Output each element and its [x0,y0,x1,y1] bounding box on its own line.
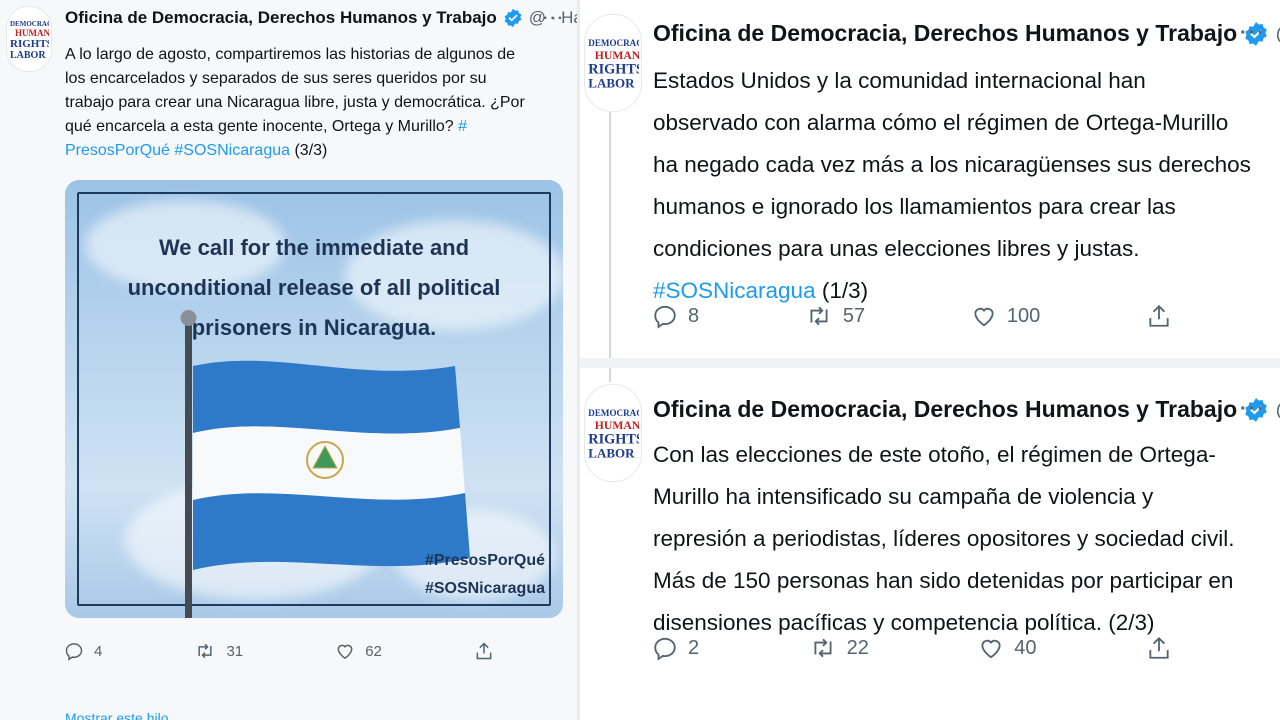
tweet-actions: 2 22 40 [652,634,1172,662]
account-name[interactable]: Oficina de Democracia, Derechos Humanos … [653,396,1237,423]
more-icon[interactable]: ··· [543,10,565,28]
like-button[interactable]: 100 [971,303,1040,329]
svg-text:HUMAN: HUMAN [595,49,639,62]
verified-icon [504,8,522,28]
svg-text:HUMAN: HUMAN [15,28,49,38]
reply-button[interactable]: 2 [652,635,699,661]
retweet-count: 57 [842,304,866,327]
tweet-header: Oficina de Democracia, Derechos Humanos … [65,8,577,28]
hashtag-link[interactable]: #SOSNicaragua [174,142,290,159]
retweet-icon [810,306,828,326]
image-hashtag: #PresosPorQué [424,552,545,569]
retweet-icon [198,643,213,659]
tweet-header: Oficina de Democracia, Derechos Humanos … [653,396,1280,423]
like-icon [974,307,994,327]
handle-and-time[interactable]: @ · Hace 1. [1275,396,1280,423]
thread-counter: (3/3) [290,142,328,159]
thread-line [609,368,611,382]
thread-counter: (1/3) [815,278,869,303]
like-count: 100 [1006,304,1041,327]
reply-button[interactable]: 8 [652,303,699,329]
dhrl-logo: DEMOCRACY HUMAN RIGHTS LABOR [588,38,639,91]
panel-divider [580,358,1280,368]
share-button[interactable] [1146,634,1172,662]
avatar[interactable]: DEMOCRACY HUMAN RIGHTS LABOR [584,14,642,112]
retweet-count: 31 [226,642,244,660]
handle-and-time[interactable]: @ · Hace 1. [1275,20,1280,47]
reply-count: 2 [688,636,700,659]
svg-text:LABOR: LABOR [10,50,46,61]
nicaragua-flag [180,310,470,618]
share-button[interactable] [1146,302,1172,330]
share-icon [1149,304,1169,327]
reply-count: 8 [688,304,700,327]
tweet-left[interactable]: DEMOCRACY HUMAN RIGHTS LABOR Oficina de … [0,0,577,720]
like-icon [981,639,1001,659]
tweet-actions: 4 31 62 [64,640,494,662]
tweet-right-top[interactable]: DEMOCRACY HUMAN RIGHTS LABOR Oficina de … [580,0,1280,358]
svg-text:HUMAN: HUMAN [595,419,639,432]
tweet-body: Estados Unidos y la comunidad internacio… [653,68,1251,261]
reply-icon [654,305,676,329]
avatar[interactable]: DEMOCRACY HUMAN RIGHTS LABOR [584,384,642,482]
reply-button[interactable]: 4 [64,641,102,661]
dhrl-logo: DEMOCRACY HUMAN RIGHTS LABOR [588,408,639,461]
thread-line [609,112,611,358]
svg-text:DEMOCRACY: DEMOCRACY [10,20,49,28]
svg-text:DEMOCRACY: DEMOCRACY [588,408,639,418]
like-button[interactable]: 40 [978,635,1037,661]
retweet-button[interactable]: 57 [805,303,865,329]
like-count: 40 [1014,636,1037,659]
tweet-text: Con las elecciones de este otoño, el rég… [653,434,1253,644]
account-name[interactable]: Oficina de Democracia, Derechos Humanos … [653,20,1237,47]
share-icon [476,642,492,660]
svg-text:LABOR: LABOR [588,76,635,91]
retweet-count: 22 [846,636,869,659]
more-icon[interactable]: ··· [1240,398,1266,421]
tweet-text: A lo largo de agosto, compartiremos las … [65,43,535,163]
reply-icon [654,637,676,661]
hashtag-link[interactable]: #SOSNicaragua [653,278,816,303]
avatar[interactable]: DEMOCRACY HUMAN RIGHTS LABOR [6,6,52,72]
svg-text:LABOR: LABOR [588,446,635,461]
tweet-body: A lo largo de agosto, compartiremos las … [65,46,525,135]
reply-icon [65,643,83,661]
retweet-icon [814,638,832,658]
svg-text:RIGHTS: RIGHTS [10,38,49,50]
reply-count: 4 [94,642,103,660]
share-button[interactable] [474,640,494,662]
tweet-header: Oficina de Democracia, Derechos Humanos … [653,20,1280,47]
retweet-button[interactable]: 22 [809,635,869,661]
svg-text:DEMOCRACY: DEMOCRACY [588,38,639,48]
like-icon [337,644,353,659]
account-name[interactable]: Oficina de Democracia, Derechos Humanos … [65,8,497,28]
tweet-text: Estados Unidos y la comunidad internacio… [653,60,1253,312]
like-count: 62 [365,642,382,660]
like-button[interactable]: 62 [335,641,382,661]
tweet-image[interactable]: We call for the immediate and unconditio… [65,180,563,618]
image-hashtag: #SOSNicaragua [424,580,545,597]
show-thread-link[interactable]: Mostrar este hilo [65,710,168,720]
tweet-actions: 8 57 100 [652,302,1172,330]
tweet-body: Con las elecciones de este otoño, el rég… [653,442,1235,635]
retweet-button[interactable]: 31 [194,641,243,661]
more-icon[interactable]: ··· [1240,22,1266,45]
tweet-right-bottom[interactable]: DEMOCRACY HUMAN RIGHTS LABOR Oficina de … [580,368,1280,720]
share-icon [1149,636,1169,659]
dhrl-logo: DEMOCRACY HUMAN RIGHTS LABOR [10,20,49,61]
